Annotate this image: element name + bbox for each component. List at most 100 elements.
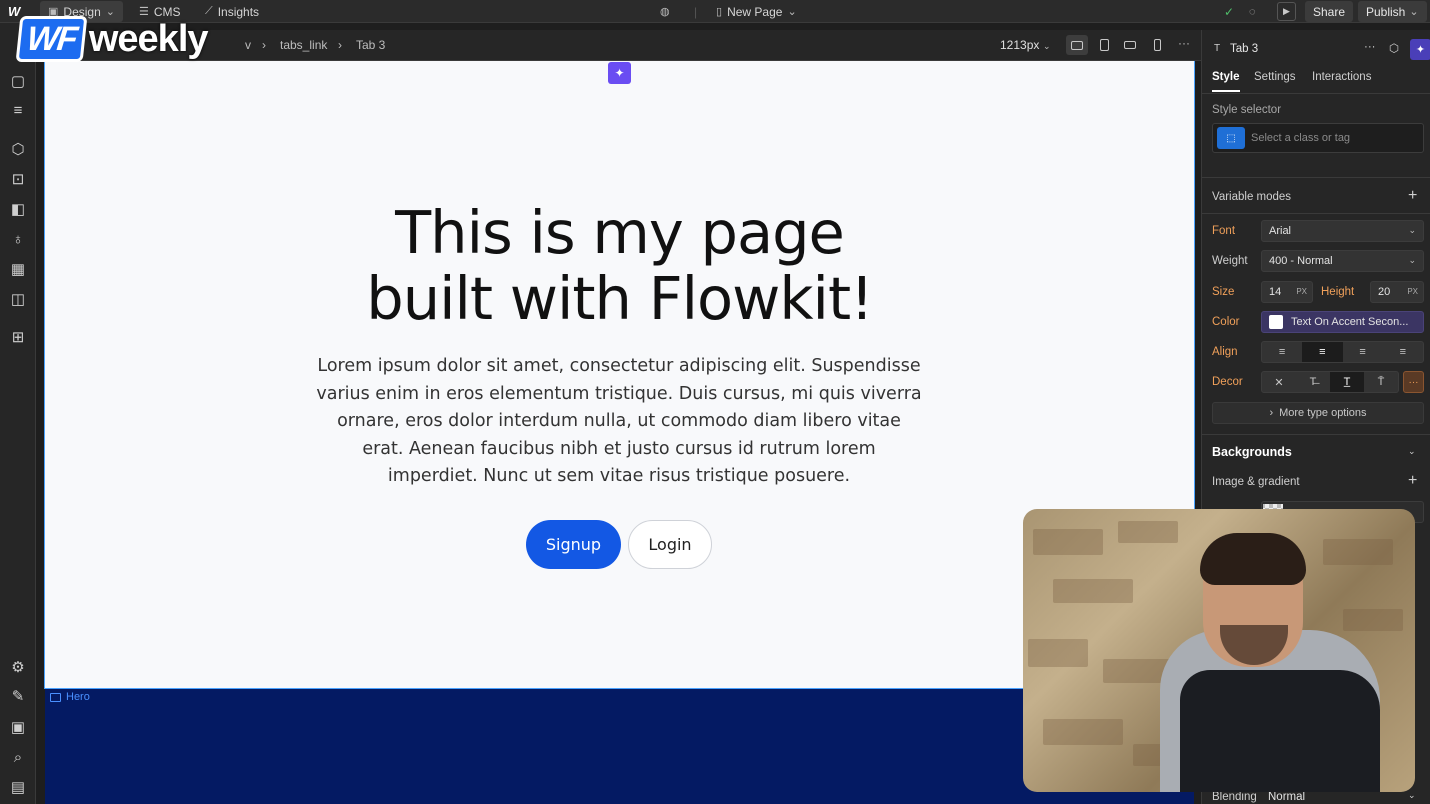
font-select[interactable]: Arial ⌄ bbox=[1261, 220, 1424, 242]
tablet-breakpoint-icon[interactable] bbox=[1093, 35, 1115, 55]
libraries-icon[interactable]: ♁ bbox=[8, 231, 28, 249]
breadcrumb-item-current[interactable]: Tab 3 bbox=[356, 38, 385, 52]
underline-icon[interactable]: T̲ bbox=[1330, 372, 1364, 392]
insights-label: Insights bbox=[217, 4, 260, 19]
ai-sparkle-icon[interactable]: ✦ bbox=[1410, 39, 1430, 60]
style-selector-label: Style selector bbox=[1212, 104, 1282, 116]
assets-icon[interactable]: ▦ bbox=[8, 261, 28, 279]
more-options-icon[interactable]: ··· bbox=[1364, 41, 1376, 53]
chevron-right-icon: › bbox=[338, 38, 342, 52]
signup-button[interactable]: Signup bbox=[526, 520, 621, 569]
components-icon[interactable]: ⬡ bbox=[8, 141, 28, 159]
insights-tab[interactable]: ⟋ Insights bbox=[205, 0, 259, 23]
chevron-down-icon[interactable]: ⌄ bbox=[1408, 790, 1416, 801]
breadcrumb-item[interactable]: tabs_link bbox=[280, 38, 327, 52]
strikethrough-icon[interactable]: T̶ bbox=[1296, 372, 1330, 392]
weight-select[interactable]: 400 - Normal ⌄ bbox=[1261, 250, 1424, 272]
share-label: Share bbox=[1313, 4, 1346, 19]
selector-input[interactable]: ⬚ Select a class or tag bbox=[1212, 123, 1424, 153]
pages-icon[interactable]: ▢ bbox=[8, 73, 28, 91]
backgrounds-heading[interactable]: Backgrounds bbox=[1212, 445, 1292, 459]
weight-value: 400 - Normal bbox=[1269, 255, 1333, 267]
divider bbox=[1202, 177, 1430, 178]
page-icon: ▯ bbox=[716, 6, 723, 18]
color-value: Text On Accent Secon... bbox=[1291, 316, 1409, 328]
page-selector[interactable]: ▯ New Page ⌄ bbox=[716, 0, 797, 23]
login-button[interactable]: Login bbox=[628, 520, 712, 569]
selected-element-name: Tab 3 bbox=[1230, 43, 1259, 55]
height-value: 20 bbox=[1378, 286, 1391, 298]
color-variable-select[interactable]: Text On Accent Secon... bbox=[1261, 311, 1424, 333]
decoration-none-icon[interactable]: ✕ bbox=[1262, 372, 1296, 392]
mobile-landscape-icon[interactable] bbox=[1119, 35, 1141, 55]
blending-value[interactable]: Normal bbox=[1268, 791, 1305, 803]
stop-square-icon[interactable]: ▣ bbox=[8, 719, 28, 737]
preview-play-icon[interactable]: ▶ bbox=[1277, 2, 1296, 21]
desktop-breakpoint-icon[interactable] bbox=[1066, 35, 1088, 55]
selector-placeholder: Select a class or tag bbox=[1251, 132, 1351, 144]
book-icon[interactable]: ◫ bbox=[8, 291, 28, 309]
divider bbox=[1202, 434, 1430, 435]
align-right-icon[interactable]: ≡ bbox=[1343, 342, 1383, 362]
comments-icon[interactable]: ◌ bbox=[1249, 0, 1256, 23]
chevron-down-icon: ⌄ bbox=[787, 6, 797, 18]
hero-heading-line1: This is my page bbox=[395, 198, 845, 267]
ai-assistant-sparkle-icon[interactable]: ✦ bbox=[608, 62, 631, 84]
text-decoration-control[interactable]: ✕ T̶ T̲ T̄ bbox=[1261, 371, 1399, 393]
canvas-width-readout[interactable]: 1213px bbox=[1000, 38, 1039, 52]
breadcrumb: v › tabs_link › Tab 3 1213px ⌄ ··· bbox=[36, 30, 1201, 61]
variables-icon[interactable]: ⊡ bbox=[8, 171, 28, 189]
chevron-down-icon[interactable]: ⌄ bbox=[1043, 41, 1051, 52]
text-align-control[interactable]: ≡ ≡ ≡ ≡ bbox=[1261, 341, 1424, 363]
person-hair bbox=[1200, 533, 1306, 585]
publish-label: Publish bbox=[1366, 4, 1406, 19]
add-icon[interactable]: + bbox=[1408, 472, 1417, 490]
styles-icon[interactable]: ◧ bbox=[8, 201, 28, 219]
hero-heading[interactable]: This is my page built with Flowkit! bbox=[45, 200, 1194, 332]
brand-weekly: weekly bbox=[88, 17, 209, 60]
variable-modes-label: Variable modes bbox=[1212, 191, 1292, 203]
align-left-icon[interactable]: ≡ bbox=[1262, 342, 1302, 362]
font-label: Font bbox=[1212, 225, 1236, 237]
settings-gear-icon[interactable]: ⚙ bbox=[8, 659, 28, 677]
chevron-down-icon: ⌄ bbox=[1409, 6, 1419, 18]
more-type-options-button[interactable]: › More type options bbox=[1212, 402, 1424, 424]
add-icon[interactable]: + bbox=[1408, 187, 1417, 205]
more-type-options-label: More type options bbox=[1279, 407, 1367, 419]
dark-section[interactable] bbox=[45, 689, 1194, 804]
navigator-icon[interactable]: ≡ bbox=[8, 102, 28, 120]
overline-icon[interactable]: T̄ bbox=[1364, 372, 1398, 392]
color-label: Color bbox=[1212, 316, 1240, 328]
chevron-down-icon[interactable]: ⌄ bbox=[1408, 446, 1416, 457]
decor-label: Decor bbox=[1212, 376, 1243, 388]
image-gradient-label: Image & gradient bbox=[1212, 476, 1300, 488]
tab-interactions[interactable]: Interactions bbox=[1312, 71, 1371, 83]
more-options-icon[interactable]: ··· bbox=[1178, 36, 1190, 50]
font-value: Arial bbox=[1269, 225, 1292, 237]
weight-label: Weight bbox=[1212, 255, 1248, 267]
align-label: Align bbox=[1212, 346, 1238, 358]
video-icon[interactable]: ▤ bbox=[8, 779, 28, 797]
hero-paragraph[interactable]: Lorem ipsum dolor sit amet, consectetur … bbox=[316, 353, 922, 491]
tab-style[interactable]: Style bbox=[1212, 71, 1240, 83]
hero-heading-line2: built with Flowkit! bbox=[366, 264, 873, 333]
share-button[interactable]: Share bbox=[1305, 1, 1354, 22]
search-icon[interactable]: ⌕ bbox=[8, 749, 28, 767]
breadcrumb-item[interactable]: v bbox=[245, 38, 251, 52]
publish-button[interactable]: Publish ⌄ bbox=[1358, 1, 1427, 22]
size-input[interactable]: 14 PX bbox=[1261, 281, 1313, 303]
audit-icon[interactable]: ✎ bbox=[8, 688, 28, 706]
height-label: Height bbox=[1321, 286, 1355, 298]
align-justify-icon[interactable]: ≡ bbox=[1383, 342, 1423, 362]
top-bar: W ▣ Design ⌄ ☰ CMS ⟋ Insights ◍ | ▯ New … bbox=[0, 0, 1430, 23]
globe-icon[interactable]: ◍ bbox=[660, 0, 670, 23]
wf-weekly-logo: WF weekly bbox=[15, 16, 209, 62]
component-icon[interactable]: ⬡ bbox=[1389, 41, 1399, 55]
tab-settings[interactable]: Settings bbox=[1254, 71, 1296, 83]
more-options-icon[interactable]: ··· bbox=[1403, 371, 1424, 393]
left-toolbar: ▢ ≡ ⬡ ⊡ ◧ ♁ ▦ ◫ ⊞ ⚙ ✎ ▣ ⌕ ▤ bbox=[0, 23, 36, 804]
mobile-portrait-icon[interactable] bbox=[1146, 35, 1168, 55]
height-input[interactable]: 20 PX bbox=[1370, 281, 1424, 303]
apps-icon[interactable]: ⊞ bbox=[8, 329, 28, 347]
align-center-icon[interactable]: ≡ bbox=[1302, 342, 1343, 362]
